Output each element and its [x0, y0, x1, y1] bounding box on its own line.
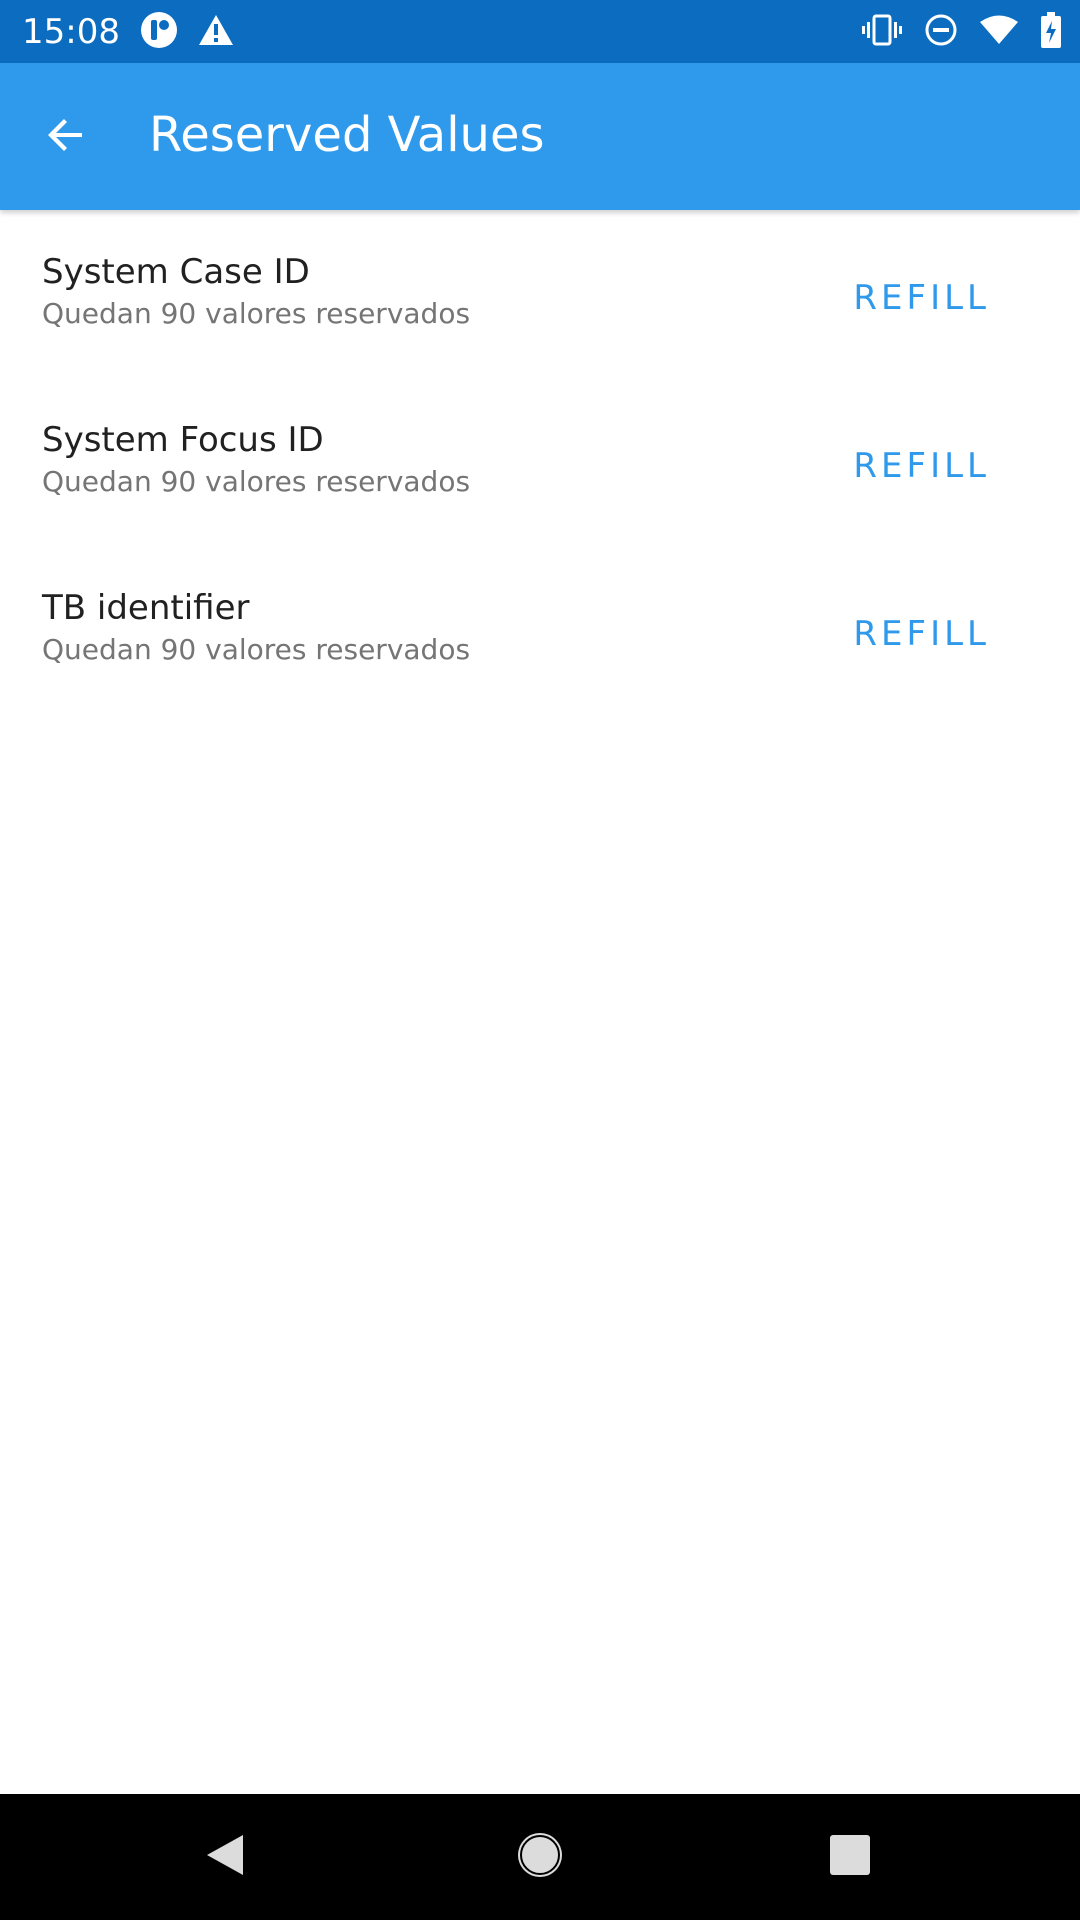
list-item-system-focus-id: System Focus ID Quedan 90 valores reserv… [0, 378, 1080, 546]
refill-button[interactable]: REFILL [853, 604, 990, 664]
status-right-icons [862, 12, 1062, 52]
vibrate-icon [862, 13, 902, 51]
item-subtitle: Quedan 90 valores reservados [42, 465, 471, 498]
do-not-disturb-icon [924, 13, 958, 51]
item-subtitle: Quedan 90 valores reservados [42, 297, 471, 330]
nav-back-button[interactable] [190, 1822, 260, 1892]
warning-icon [198, 13, 234, 51]
item-subtitle: Quedan 90 valores reservados [42, 633, 471, 666]
notification-app-icon [140, 11, 178, 53]
back-button[interactable] [30, 101, 102, 173]
refill-button[interactable]: REFILL [853, 268, 990, 328]
status-time: 15:08 [22, 12, 120, 52]
recents-square-icon [829, 1834, 871, 1880]
navigation-bar [0, 1794, 1080, 1920]
home-circle-icon [514, 1829, 566, 1885]
arrow-back-icon [42, 111, 90, 163]
item-title: System Case ID [42, 252, 310, 292]
refill-button[interactable]: REFILL [853, 436, 990, 496]
item-title: TB identifier [42, 588, 250, 628]
reserved-values-list: System Case ID Quedan 90 valores reserva… [0, 210, 1080, 714]
list-item-tb-identifier: TB identifier Quedan 90 valores reservad… [0, 546, 1080, 714]
wifi-icon [980, 15, 1018, 49]
nav-recents-button[interactable] [815, 1822, 885, 1892]
nav-home-button[interactable] [505, 1822, 575, 1892]
item-title: System Focus ID [42, 420, 324, 460]
app-bar: Reserved Values [0, 63, 1080, 210]
list-item-system-case-id: System Case ID Quedan 90 valores reserva… [0, 210, 1080, 378]
battery-charging-icon [1040, 12, 1062, 52]
status-left-icons [140, 12, 234, 52]
page-title: Reserved Values [149, 107, 545, 163]
status-bar: 15:08 [0, 0, 1080, 63]
back-triangle-icon [203, 1831, 247, 1883]
